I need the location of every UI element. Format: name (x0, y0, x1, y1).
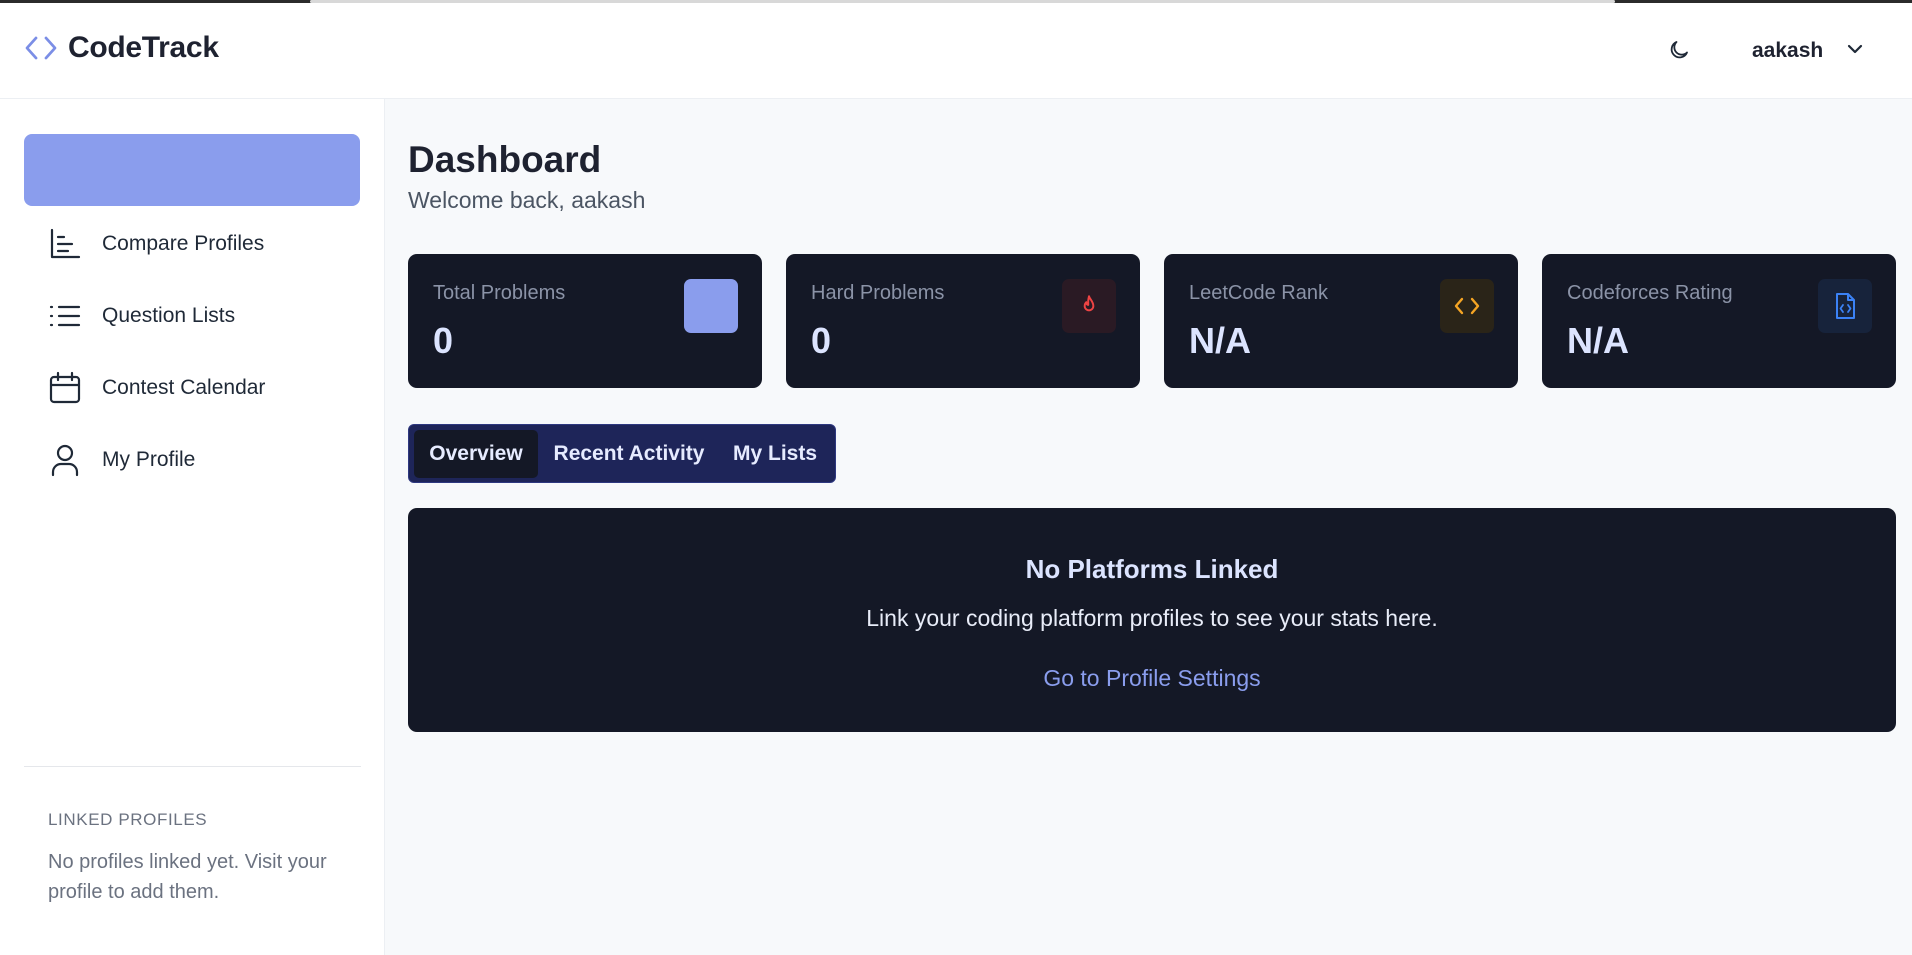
sidebar-divider (24, 766, 361, 767)
profile-settings-link[interactable]: Go to Profile Settings (408, 665, 1896, 692)
sidebar-item-my-profile[interactable]: My Profile (48, 439, 195, 481)
sidebar-item-label: Compare Profiles (102, 232, 265, 255)
sidebar-item-label: Contest Calendar (102, 376, 266, 399)
tab-my-lists[interactable]: My Lists (719, 430, 831, 478)
tab-recent-activity[interactable]: Recent Activity (546, 430, 712, 478)
sidebar-item-label: Question Lists (102, 304, 236, 327)
stat-card-codeforces-rating: Codeforces Rating N/A (1542, 254, 1896, 388)
list-icon (48, 299, 82, 333)
theme-toggle-button[interactable] (1664, 37, 1694, 67)
stat-value: 0 (811, 320, 832, 361)
brand-name: CodeTrack (68, 31, 219, 64)
sidebar-item-label: My Profile (102, 448, 196, 471)
stat-label: Hard Problems (811, 282, 945, 304)
stat-label: LeetCode Rank (1189, 282, 1328, 304)
sidebar: Compare Profiles Question Lists Contest … (0, 99, 385, 955)
dashboard-tabs: Overview Recent Activity My Lists (408, 424, 836, 483)
stat-value: N/A (1189, 320, 1251, 361)
user-icon (48, 443, 82, 477)
linked-profiles-title: LINKED PROFILES (48, 810, 208, 829)
chevron-down-icon (1845, 39, 1865, 64)
empty-state-title: No Platforms Linked (1025, 554, 1279, 584)
no-platforms-panel: No Platforms Linked Link your coding pla… (408, 508, 1896, 732)
square-icon (684, 279, 738, 333)
code-icon (1440, 279, 1494, 333)
moon-icon (1667, 38, 1691, 67)
top-header: CodeTrack aakash (0, 3, 1912, 99)
page-subtitle: Welcome back, aakash (408, 187, 646, 213)
stat-card-hard-problems: Hard Problems 0 (786, 254, 1140, 388)
linked-profiles-empty-text: No profiles linked yet. Visit your profi… (48, 851, 327, 903)
sidebar-item-contest-calendar[interactable]: Contest Calendar (48, 367, 265, 409)
page-title: Dashboard (408, 139, 602, 180)
brand[interactable]: CodeTrack (24, 31, 219, 65)
sidebar-item-active[interactable] (24, 134, 360, 206)
flame-icon (1062, 279, 1116, 333)
code-file-icon (1818, 279, 1872, 333)
bar-chart-icon (48, 227, 82, 261)
code-brackets-icon (24, 33, 58, 63)
stat-label: Total Problems (433, 282, 566, 304)
main-content: Dashboard Welcome back, aakash Total Pro… (385, 99, 1912, 955)
stat-value: N/A (1567, 320, 1629, 361)
stat-card-leetcode-rank: LeetCode Rank N/A (1164, 254, 1518, 388)
user-name: aakash (1752, 39, 1824, 62)
user-menu-button[interactable]: aakash (1752, 33, 1865, 69)
tab-overview[interactable]: Overview (414, 430, 538, 478)
sidebar-item-question-lists[interactable]: Question Lists (48, 295, 235, 337)
stat-card-total-problems: Total Problems 0 (408, 254, 762, 388)
stat-value: 0 (433, 320, 454, 361)
calendar-icon (48, 371, 82, 405)
sidebar-item-compare-profiles[interactable]: Compare Profiles (48, 223, 264, 265)
stat-label: Codeforces Rating (1567, 282, 1733, 304)
empty-state-text: Link your coding platform profiles to se… (866, 605, 1438, 631)
